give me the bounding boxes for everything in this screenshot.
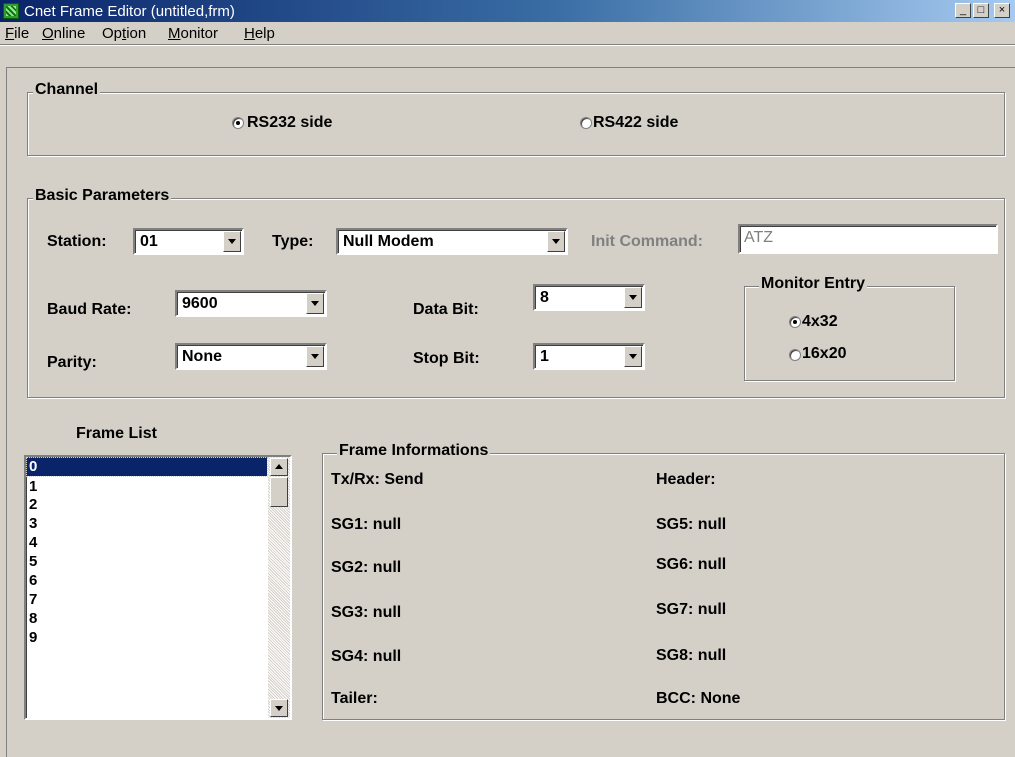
menu-monitor[interactable]: Monitor <box>168 25 218 42</box>
app-icon[interactable] <box>3 3 19 19</box>
maximize-button[interactable]: □ <box>973 3 989 18</box>
window-title: Cnet Frame Editor (untitled,frm) <box>24 3 235 20</box>
menu-separator <box>0 44 1015 46</box>
main-window: Cnet Frame Editor (untitled,frm) _ □ × F… <box>0 0 1015 757</box>
menu-option[interactable]: Option <box>102 25 146 42</box>
minimize-button[interactable]: _ <box>955 3 971 18</box>
title-bar[interactable]: Cnet Frame Editor (untitled,frm) _ □ × <box>0 0 1015 22</box>
close-button[interactable]: × <box>994 3 1010 18</box>
menu-bar: File Online Option Monitor Help <box>0 22 1015 44</box>
menu-online[interactable]: Online <box>42 25 85 42</box>
menu-help[interactable]: Help <box>244 25 275 42</box>
menu-file[interactable]: File <box>5 25 29 42</box>
client-area-border <box>6 67 1015 757</box>
